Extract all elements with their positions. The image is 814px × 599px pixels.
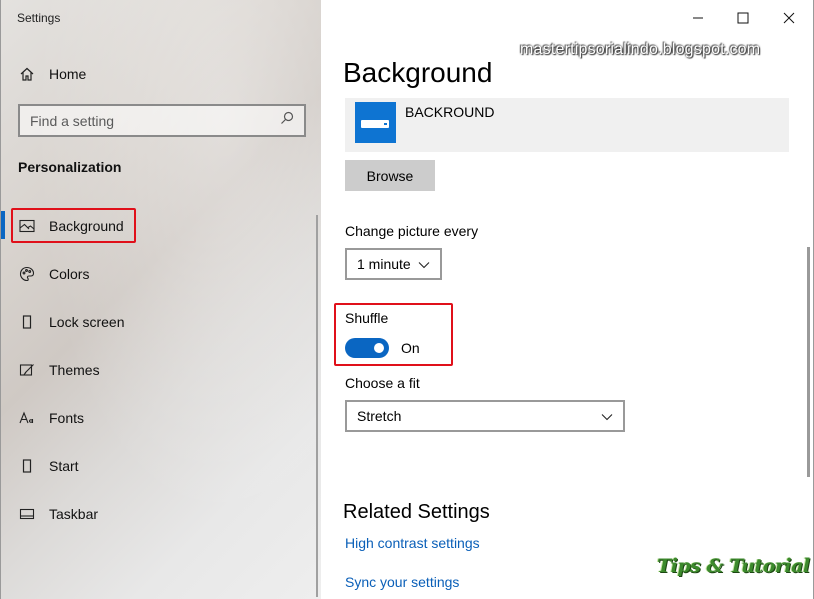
highlight-box-background	[11, 208, 136, 243]
themes-icon	[19, 362, 35, 378]
sidebar-scrollbar[interactable]	[316, 215, 318, 597]
choose-fit-value: Stretch	[357, 408, 402, 424]
page-title: Background	[343, 57, 493, 88]
nav-home[interactable]: Home	[1, 57, 301, 91]
search-input[interactable]: Find a setting	[18, 104, 306, 137]
related-settings-title: Related Settings	[343, 501, 490, 523]
fonts-icon	[19, 410, 35, 426]
choose-fit-dropdown[interactable]: Stretch	[345, 400, 625, 432]
search-icon[interactable]	[280, 111, 294, 130]
background-preview: BACKROUND	[345, 98, 789, 152]
selected-indicator	[1, 211, 5, 239]
close-icon[interactable]	[778, 7, 800, 29]
sidebar-item-label: Lock screen	[49, 314, 125, 330]
browse-button[interactable]: Browse	[345, 160, 435, 191]
chevron-down-icon	[418, 256, 430, 272]
maximize-icon[interactable]	[732, 7, 754, 29]
sidebar: Settings Home Find a setting Personaliza…	[0, 0, 321, 599]
chevron-down-icon	[601, 408, 613, 424]
taskbar-icon	[19, 506, 35, 522]
sidebar-item-colors[interactable]: Colors	[1, 257, 301, 291]
minimize-icon[interactable]	[687, 7, 709, 29]
home-icon	[19, 66, 35, 82]
shuffle-state: On	[401, 340, 420, 356]
palette-icon	[19, 266, 35, 282]
sidebar-item-label: Start	[49, 458, 79, 474]
sidebar-item-label: Taskbar	[49, 506, 99, 522]
change-picture-label: Change picture every	[345, 223, 479, 239]
sidebar-item-fonts[interactable]: Fonts	[1, 401, 301, 435]
sidebar-item-taskbar[interactable]: Taskbar	[1, 497, 301, 531]
sidebar-item-label: Colors	[49, 266, 90, 282]
shuffle-toggle[interactable]	[345, 338, 389, 358]
section-title: Personalization	[18, 159, 122, 175]
nav-home-label: Home	[49, 66, 87, 82]
preview-name: BACKROUND	[405, 104, 495, 120]
shuffle-label: Shuffle	[345, 310, 389, 326]
sidebar-item-themes[interactable]: Themes	[1, 353, 301, 387]
sidebar-item-label: Themes	[49, 362, 100, 378]
watermark-text: mastertipsorialindo.blogspot.com	[520, 41, 761, 58]
high-contrast-link[interactable]: High contrast settings	[345, 535, 480, 551]
start-icon	[19, 458, 35, 474]
change-picture-dropdown[interactable]: 1 minute	[345, 248, 442, 280]
sync-settings-link[interactable]: Sync your settings	[345, 574, 459, 590]
toggle-knob	[374, 343, 384, 353]
sidebar-item-start[interactable]: Start	[1, 449, 301, 483]
sidebar-item-lock-screen[interactable]: Lock screen	[1, 305, 301, 339]
main-panel: mastertipsorialindo.blogspot.com Backgro…	[321, 0, 814, 599]
main-scrollbar[interactable]	[807, 247, 810, 477]
choose-fit-label: Choose a fit	[345, 375, 420, 391]
sidebar-item-label: Fonts	[49, 410, 85, 426]
search-placeholder: Find a setting	[30, 112, 115, 129]
lock-screen-icon	[19, 314, 35, 330]
tips-tutorial-logo: Tips & Tutorial	[657, 555, 810, 577]
change-picture-value: 1 minute	[357, 256, 411, 272]
window-title: Settings	[17, 11, 61, 25]
background-thumbnail[interactable]	[355, 102, 396, 143]
